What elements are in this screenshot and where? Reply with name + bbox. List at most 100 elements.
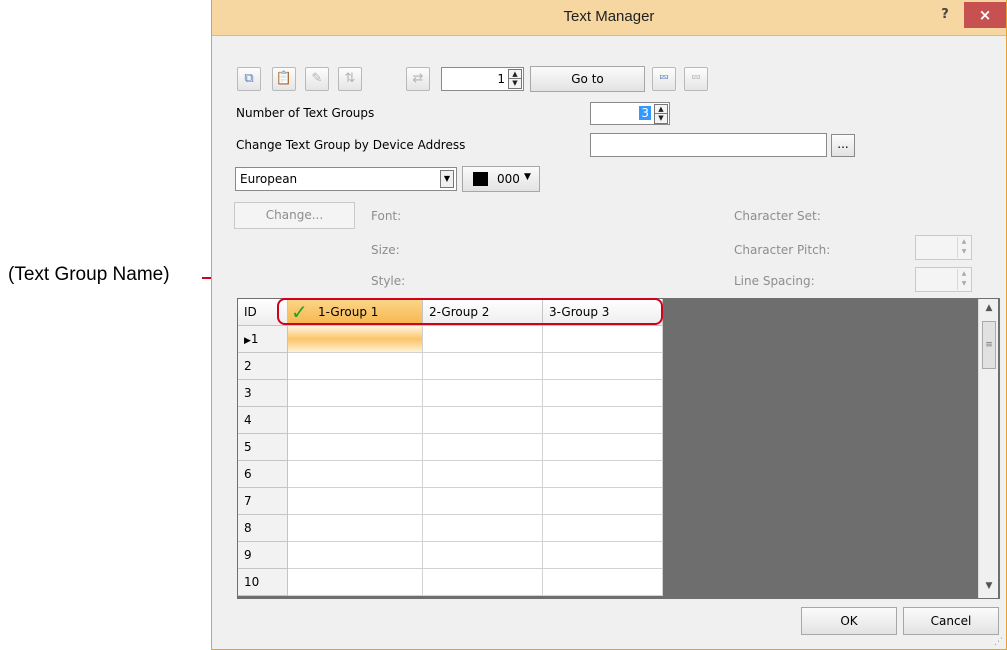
font-label: Font: (371, 209, 402, 223)
number-of-text-groups-label: Number of Text Groups (236, 106, 375, 120)
spin-down-icon[interactable]: ▼ (655, 114, 667, 123)
number-of-text-groups-spinner[interactable]: ▲ ▼ (654, 104, 668, 124)
table-cell[interactable] (288, 407, 423, 434)
change-font-button[interactable]: Change... (234, 202, 355, 229)
row-id: 1 (250, 332, 259, 346)
row-header[interactable]: 3 (238, 380, 288, 407)
table-cell[interactable] (543, 353, 663, 380)
character-set-label: Character Set: (734, 209, 821, 223)
window-title: Text Manager (563, 8, 655, 25)
color-value: 000 (497, 172, 520, 186)
copy-icon: ⧉ (244, 71, 254, 86)
size-label: Size: (371, 243, 400, 257)
goto-button[interactable]: Go to (530, 66, 645, 92)
table-cell[interactable] (423, 515, 543, 542)
spinner-icon: ▲ ▼ (957, 269, 970, 290)
row-header[interactable]: 7 (238, 488, 288, 515)
table-cell[interactable] (288, 461, 423, 488)
line-spacing-label: Line Spacing: (734, 274, 815, 288)
table-cell[interactable] (288, 488, 423, 515)
table-cell[interactable] (288, 542, 423, 569)
resize-grip-icon[interactable]: ⋰ (994, 637, 1003, 647)
table-cell[interactable] (288, 353, 423, 380)
row-header[interactable]: 8 (238, 515, 288, 542)
table-cell[interactable] (423, 542, 543, 569)
row-header[interactable]: ▶1 (238, 326, 288, 353)
table-cell[interactable] (543, 488, 663, 515)
cancel-button[interactable]: Cancel (903, 607, 999, 635)
language-select[interactable]: European ▼ (235, 167, 457, 191)
table-cell[interactable] (543, 434, 663, 461)
row-number-spinner[interactable]: ▲ ▼ (508, 69, 522, 89)
scroll-up-icon[interactable]: ▲ (979, 303, 999, 313)
paste-icon: 📋 (275, 71, 293, 86)
chevron-down-icon[interactable]: ▼ (440, 170, 454, 188)
row-header[interactable]: 2 (238, 353, 288, 380)
device-address-input[interactable] (590, 133, 827, 157)
table-cell[interactable] (543, 542, 663, 569)
clear-button[interactable]: ✎ (305, 67, 329, 91)
copy-button[interactable]: ⧉ (237, 67, 261, 91)
paste-button[interactable]: 📋 (272, 67, 296, 91)
table-cell[interactable] (543, 407, 663, 434)
row-header[interactable]: 4 (238, 407, 288, 434)
browse-address-button[interactable]: ... (831, 134, 855, 157)
table-cell[interactable] (423, 407, 543, 434)
help-button[interactable]: ? (934, 7, 956, 27)
import-button[interactable]: ⮹ (652, 67, 676, 91)
text-table: ID ✓ 1-Group 1 2-Group 2 3-Group 3 ▶1 2 … (237, 298, 1000, 599)
number-of-text-groups-value: 3 (639, 106, 651, 120)
table-cell[interactable] (543, 326, 663, 353)
number-of-text-groups-input[interactable]: 3 ▲ ▼ (590, 102, 670, 125)
export-button[interactable]: ⮹ (684, 67, 708, 91)
callout-label: (Text Group Name) (8, 264, 170, 285)
export-icon: ⮹ (690, 71, 702, 86)
ok-button[interactable]: OK (801, 607, 897, 635)
table-cell[interactable] (288, 569, 423, 596)
row-number-input[interactable]: 1 ▲ ▼ (441, 67, 524, 91)
character-pitch-input[interactable]: ▲ ▼ (915, 235, 972, 260)
table-cell[interactable] (543, 461, 663, 488)
table-cell[interactable] (288, 515, 423, 542)
table-cell[interactable] (423, 380, 543, 407)
scroll-thumb[interactable]: ≡ (982, 321, 996, 369)
table-cell[interactable] (423, 488, 543, 515)
table-cell[interactable] (288, 434, 423, 461)
close-button[interactable]: × (964, 2, 1006, 28)
language-selected: European (240, 172, 298, 186)
table-cell[interactable] (543, 569, 663, 596)
sort-icon: ⇅ (344, 71, 356, 86)
row-pointer-icon: ▶ (244, 336, 251, 346)
table-cell[interactable] (543, 380, 663, 407)
spinner-icon: ▲ ▼ (957, 237, 970, 258)
row-header[interactable]: 9 (238, 542, 288, 569)
spin-up-icon[interactable]: ▲ (655, 105, 667, 114)
replace-icon: ⇄ (412, 71, 424, 86)
row-header[interactable]: 5 (238, 434, 288, 461)
line-spacing-input[interactable]: ▲ ▼ (915, 267, 972, 292)
color-picker-button[interactable]: 000 ▼ (462, 166, 540, 192)
table-cell[interactable] (423, 569, 543, 596)
table-cell[interactable] (423, 461, 543, 488)
vertical-scrollbar[interactable]: ▲ ≡ ▼ (978, 299, 998, 598)
table-cell[interactable] (423, 353, 543, 380)
row-header[interactable]: 10 (238, 569, 288, 596)
table-cell[interactable] (543, 515, 663, 542)
row-header[interactable]: 6 (238, 461, 288, 488)
replace-button[interactable]: ⇄ (406, 67, 430, 91)
scroll-down-icon[interactable]: ▼ (979, 581, 999, 591)
table-cell[interactable] (423, 434, 543, 461)
text-manager-dialog: Text Manager ? × ⧉ 📋 ✎ ⇅ ⇄ 1 ▲ ▼ Go to ⮹… (211, 0, 1007, 650)
color-swatch (473, 172, 488, 186)
table-cell[interactable] (288, 326, 423, 353)
spin-down-icon[interactable]: ▼ (509, 79, 521, 88)
sort-button[interactable]: ⇅ (338, 67, 362, 91)
table-cell[interactable] (288, 380, 423, 407)
table-cell[interactable] (423, 326, 543, 353)
spin-up-icon[interactable]: ▲ (509, 70, 521, 79)
style-label: Style: (371, 274, 406, 288)
chevron-down-icon: ▼ (524, 172, 531, 182)
text-group-name-highlight (277, 298, 663, 325)
title-bar: Text Manager ? × (212, 0, 1006, 36)
import-icon: ⮹ (658, 71, 670, 86)
